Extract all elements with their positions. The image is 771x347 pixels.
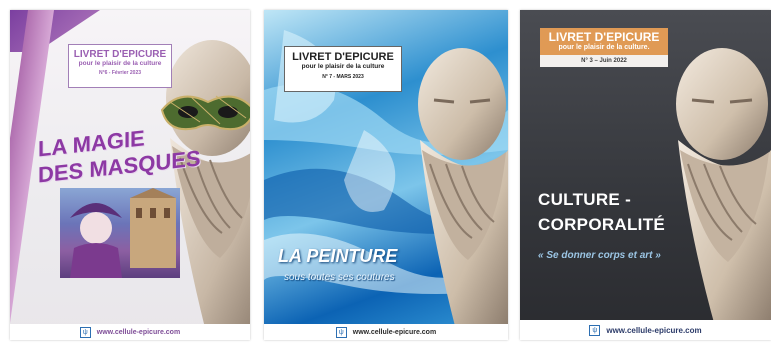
cellule-epicure-logo-icon: ψ [589, 324, 601, 336]
magazine-title: LIVRET D'EPICURE [73, 49, 167, 60]
magazine-title: LIVRET D'EPICURE [540, 28, 668, 44]
masthead: LIVRET D'EPICURE pour le plaisir de la c… [68, 44, 172, 88]
headline-line-1: CULTURE - [538, 190, 632, 209]
issue-number: N°6 - Février 2023 [98, 70, 142, 77]
cover-subheadline: sous toutes ses coutures [284, 272, 395, 283]
magazine-tagline: pour le plaisir de la culture [301, 63, 385, 70]
masthead: LIVRET D'EPICURE pour le plaisir de la c… [284, 46, 402, 92]
epicurus-bust-icon [660, 40, 771, 330]
carnival-photo [60, 188, 180, 278]
headline-line-2: CORPORALITÉ [538, 214, 666, 234]
cover-footer: ψ www.cellule-epicure.com [520, 320, 771, 340]
masthead: LIVRET D'EPICURE pour le plaisir de la c… [540, 28, 668, 74]
cover-quote: « Se donner corps et art » [538, 250, 661, 261]
magazine-cover-1[interactable]: LIVRET D'EPICURE pour le plaisir de la c… [10, 10, 250, 340]
website-url[interactable]: www.cellule-epicure.com [606, 326, 701, 335]
cellule-epicure-logo-icon: ψ [335, 326, 347, 338]
cellule-epicure-logo-icon: ψ [79, 326, 91, 338]
cover-footer: ψ www.cellule-epicure.com [264, 324, 508, 340]
cover-footer: ψ www.cellule-epicure.com [10, 324, 250, 340]
cover-headline: CULTURE - CORPORALITÉ [538, 188, 665, 237]
magazine-tagline: pour le plaisir de la culture [78, 60, 162, 67]
magazine-cover-3[interactable]: LIVRET D'EPICURE pour le plaisir de la c… [520, 10, 771, 340]
magazine-tagline: pour le plaisir de la culture. [540, 44, 668, 55]
website-url[interactable]: www.cellule-epicure.com [353, 329, 436, 336]
magazine-title: LIVRET D'EPICURE [292, 51, 394, 63]
magazine-cover-2[interactable]: LIVRET D'EPICURE pour le plaisir de la c… [264, 10, 508, 340]
issue-number: N° 3 – Juin 2022 [540, 54, 668, 67]
issue-number: N° 7 - MARS 2023 [322, 74, 364, 81]
website-url[interactable]: www.cellule-epicure.com [97, 329, 180, 336]
cover-headline: LA PEINTURE [278, 246, 398, 266]
epicurus-bust-icon [404, 40, 508, 330]
